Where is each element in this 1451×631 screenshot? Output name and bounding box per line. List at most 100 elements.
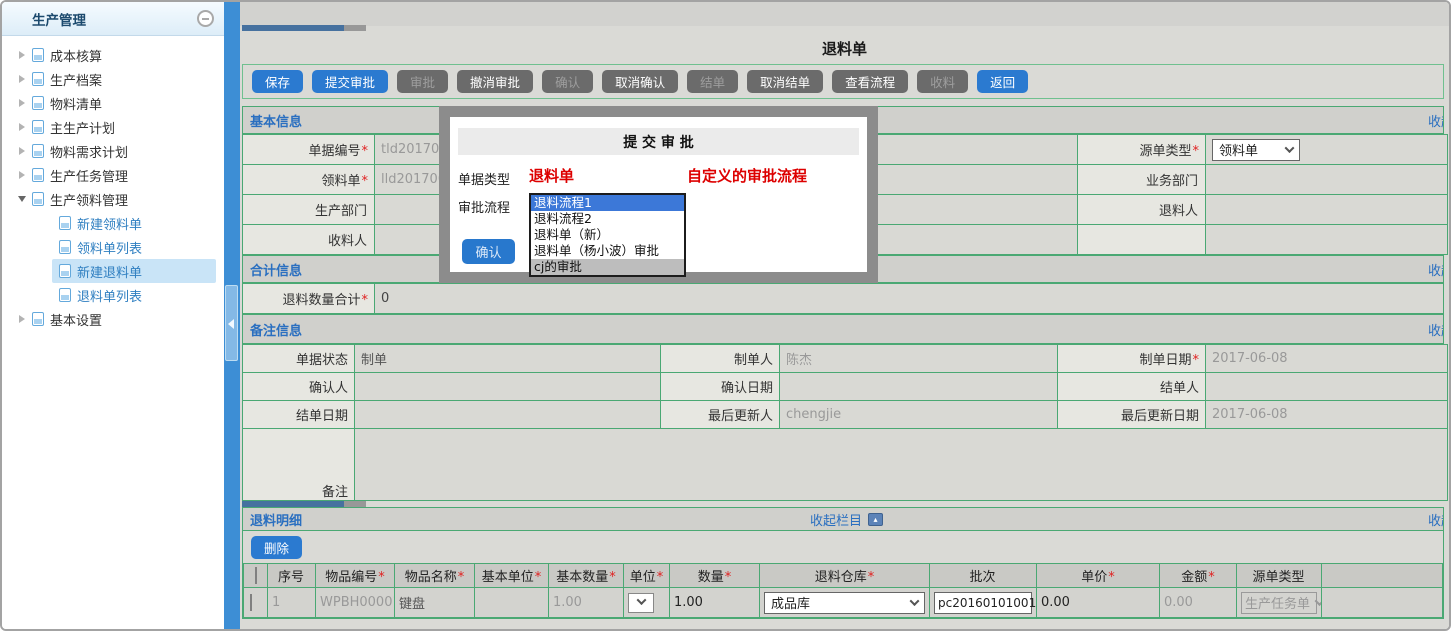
- flow-option[interactable]: 退料单（新）: [531, 227, 684, 243]
- field-label: 生产部门: [243, 195, 375, 225]
- field-label: 结单日期: [243, 401, 355, 429]
- splitter-collapse-handle[interactable]: [225, 285, 238, 361]
- collapse-link-label: 收起栏目: [810, 510, 862, 529]
- annotation-text: 自定义的审批流程: [687, 165, 807, 186]
- note-field[interactable]: [355, 429, 1448, 501]
- sidebar-item-label: 基本设置: [50, 310, 102, 329]
- sidebar-collapse-icon[interactable]: [197, 10, 214, 27]
- detail-table: 序号 物品编号* 物品名称* 基本单位* 基本数量* 单位* 数量* 退料仓库*…: [243, 563, 1443, 618]
- row-checkbox[interactable]: [250, 594, 252, 611]
- source-type-select[interactable]: 领料单: [1212, 139, 1300, 161]
- chevron-right-icon[interactable]: [19, 315, 25, 323]
- document-icon: [32, 48, 44, 62]
- back-button[interactable]: 返回: [977, 70, 1028, 93]
- document-icon: [32, 96, 44, 110]
- collapse-detail-link[interactable]: 收起栏目 ▴: [810, 508, 883, 530]
- collapse-section-link[interactable]: 收起栏目: [1428, 107, 1444, 133]
- document-icon: [32, 120, 44, 134]
- document-icon: [59, 264, 71, 278]
- flow-option[interactable]: cj的审批: [531, 259, 684, 275]
- qty-input[interactable]: 1.00: [670, 588, 760, 618]
- cancel-close-order-button[interactable]: 取消结单: [747, 70, 823, 93]
- loading-bar-top: [242, 25, 366, 31]
- sidebar-item-picking-order-list[interactable]: 领料单列表: [52, 235, 216, 259]
- returner-field[interactable]: [1206, 195, 1448, 225]
- save-button[interactable]: 保存: [252, 70, 303, 93]
- chevron-right-icon[interactable]: [19, 99, 25, 107]
- close-order-button: 结单: [687, 70, 738, 93]
- sidebar-item-cost-accounting[interactable]: 成本核算: [2, 43, 224, 67]
- chevron-right-icon[interactable]: [19, 123, 25, 131]
- sidebar-item-production-archives[interactable]: 生产档案: [2, 67, 224, 91]
- creator-field: 陈杰: [780, 345, 1058, 373]
- sidebar-item-label: 退料单列表: [77, 286, 142, 305]
- column-header: 源单类型: [1237, 564, 1322, 588]
- base-qty-cell: 1.00: [549, 588, 624, 618]
- fold-up-icon[interactable]: ▴: [868, 513, 883, 526]
- collapse-section-link[interactable]: 收起栏目: [1428, 508, 1444, 530]
- empty-field: [1206, 225, 1448, 255]
- doc-type-value: 退料单: [529, 165, 574, 186]
- field-label: 退料数量合计*: [243, 284, 375, 314]
- field-label: 最后更新日期: [1058, 401, 1206, 429]
- sidebar-item-return-order-list[interactable]: 退料单列表: [52, 283, 216, 307]
- batch-select[interactable]: pc201601010011: [934, 592, 1032, 614]
- collapse-section-link[interactable]: 收起栏目: [1428, 256, 1444, 282]
- seq-cell: 1: [268, 588, 316, 618]
- approval-flow-listbox[interactable]: 退料流程1 退料流程2 退料单（新） 退料单（杨小波）审批 cj的审批: [529, 193, 686, 277]
- field-label: 业务部门: [1078, 165, 1206, 195]
- flow-option[interactable]: 退料单（杨小波）审批: [531, 243, 684, 259]
- chevron-down-icon[interactable]: [18, 196, 26, 202]
- chevron-right-icon[interactable]: [19, 51, 25, 59]
- close-date-field: [355, 401, 661, 429]
- price-input[interactable]: 0.00: [1037, 588, 1160, 618]
- sidebar-item-production-task-mgmt[interactable]: 生产任务管理: [2, 163, 224, 187]
- flow-option[interactable]: 退料流程2: [531, 211, 684, 227]
- chevron-down-icon: [910, 596, 920, 606]
- chevron-down-icon: [1285, 143, 1295, 153]
- business-dept-field[interactable]: [1206, 165, 1448, 195]
- closer-field: [1206, 373, 1448, 401]
- view-workflow-button[interactable]: 查看流程: [832, 70, 908, 93]
- row-select-cell: [244, 588, 268, 618]
- detail-toolbar: 删除: [243, 531, 1443, 563]
- field-label: 退料人: [1078, 195, 1206, 225]
- delete-row-button[interactable]: 删除: [251, 536, 302, 559]
- sidebar: 生产管理 成本核算 生产档案 物料清单 主生产计划: [2, 2, 224, 629]
- sidebar-item-new-picking-order[interactable]: 新建领料单: [52, 211, 216, 235]
- document-icon: [32, 192, 44, 206]
- sidebar-item-bom[interactable]: 物料清单: [2, 91, 224, 115]
- page-title: 退料单: [240, 38, 1449, 59]
- collapse-section-link[interactable]: 收起栏目: [1428, 315, 1444, 343]
- document-icon: [59, 288, 71, 302]
- field-label: 备注: [243, 429, 355, 501]
- section-title: 退料明细: [250, 510, 302, 529]
- column-header-filler: [1322, 564, 1443, 588]
- chevron-right-icon[interactable]: [19, 171, 25, 179]
- sidebar-item-new-return-order[interactable]: 新建退料单: [52, 259, 216, 283]
- sidebar-splitter[interactable]: [224, 2, 240, 629]
- section-header-detail: 退料明细 收起栏目 ▴ 收起栏目: [242, 507, 1444, 531]
- revoke-approval-button[interactable]: 撤消审批: [457, 70, 533, 93]
- field-label: 单据编号*: [243, 135, 375, 165]
- warehouse-select[interactable]: 成品库: [764, 592, 925, 614]
- sidebar-item-production-picking-mgmt[interactable]: 生产领料管理: [2, 187, 224, 211]
- sidebar-item-material-requirements-plan[interactable]: 物料需求计划: [2, 139, 224, 163]
- detail-header-row: 序号 物品编号* 物品名称* 基本单位* 基本数量* 单位* 数量* 退料仓库*…: [244, 564, 1443, 588]
- cancel-confirm-button[interactable]: 取消确认: [602, 70, 678, 93]
- chevron-right-icon[interactable]: [19, 75, 25, 83]
- submit-approval-button[interactable]: 提交审批: [312, 70, 388, 93]
- return-qty-total-field: 0: [375, 284, 1444, 314]
- sidebar-item-label: 生产档案: [50, 70, 102, 89]
- unit-select[interactable]: [628, 593, 654, 613]
- confirm-button: 确认: [542, 70, 593, 93]
- chevron-right-icon[interactable]: [19, 147, 25, 155]
- sidebar-item-master-production-plan[interactable]: 主生产计划: [2, 115, 224, 139]
- dialog-confirm-button[interactable]: 确认: [462, 239, 515, 264]
- sidebar-item-basic-settings[interactable]: 基本设置: [2, 307, 224, 331]
- select-all-checkbox[interactable]: [255, 567, 257, 584]
- field-label: 单据状态: [243, 345, 355, 373]
- flow-option[interactable]: 退料流程1: [531, 195, 684, 211]
- source-type-cell: 领料单: [1206, 135, 1448, 165]
- table-row: 单据状态 制单 制单人 陈杰 制单日期* 2017-06-08: [243, 345, 1448, 373]
